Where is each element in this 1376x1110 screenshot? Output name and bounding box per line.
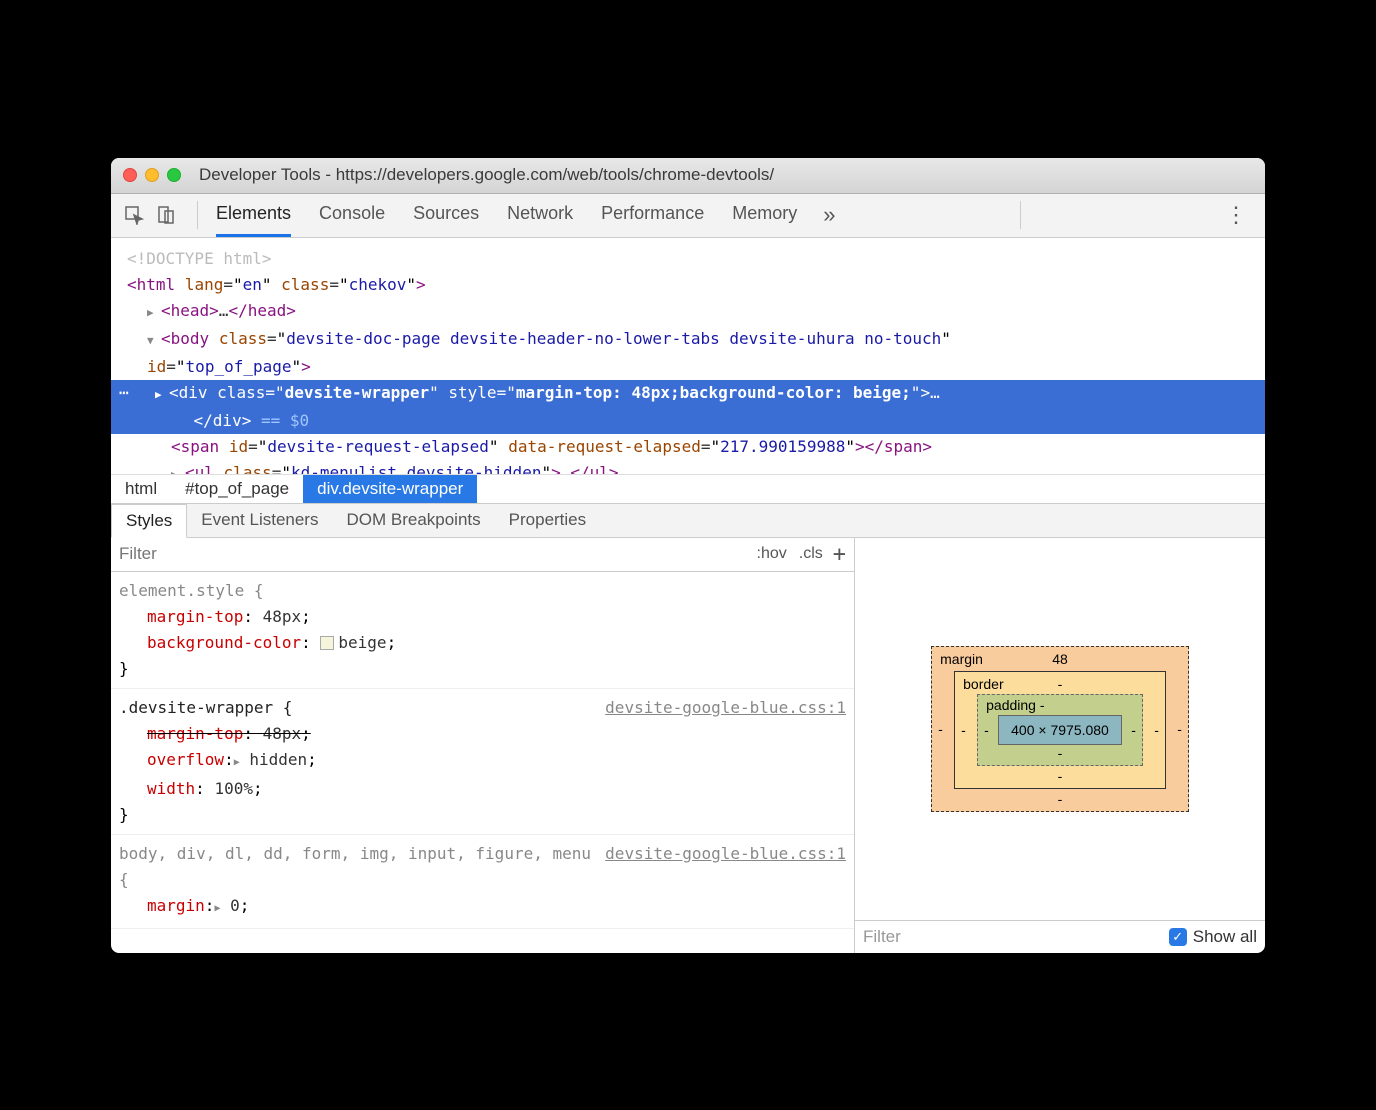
traffic-lights	[123, 168, 181, 182]
border-bottom-val[interactable]: -	[1058, 768, 1063, 784]
rule-devsite-wrapper[interactable]: devsite-google-blue.css:1 .devsite-wrapp…	[111, 689, 854, 835]
tab-network[interactable]: Network	[507, 193, 573, 237]
dom-selected-node[interactable]: ⋯ ▶<div class="devsite-wrapper" style="m…	[111, 380, 1265, 434]
cls-button[interactable]: .cls	[799, 545, 823, 563]
rule-global[interactable]: devsite-google-blue.css:1 body, div, dl,…	[111, 835, 854, 929]
add-rule-icon[interactable]: +	[833, 542, 846, 567]
padding-left-val[interactable]: -	[984, 722, 989, 738]
padding-right-val[interactable]: -	[1131, 722, 1136, 738]
dom-ul-node[interactable]: ▶<ul class="kd-menulist devsite-hidden">…	[127, 460, 1265, 474]
main-toolbar: Elements Console Sources Network Perform…	[111, 194, 1265, 238]
margin-bottom-val[interactable]: -	[1058, 791, 1063, 807]
dom-doctype[interactable]: <!DOCTYPE html>	[127, 249, 272, 268]
crumb-selected[interactable]: div.devsite-wrapper	[303, 475, 477, 503]
styles-pane: :hov .cls + element.style { margin-top: …	[111, 538, 855, 953]
border-top-val[interactable]: -	[1058, 676, 1063, 692]
show-all-toggle[interactable]: ✓ Show all	[1169, 927, 1257, 947]
tab-memory[interactable]: Memory	[732, 193, 797, 237]
source-link[interactable]: devsite-google-blue.css:1	[605, 841, 846, 867]
crumb-body[interactable]: #top_of_page	[171, 475, 303, 503]
lower-panels: :hov .cls + element.style { margin-top: …	[111, 538, 1265, 953]
subtab-styles[interactable]: Styles	[111, 504, 187, 538]
crumb-html[interactable]: html	[111, 475, 171, 503]
computed-filter-input[interactable]: Filter	[863, 927, 901, 947]
dom-span-node[interactable]: <span id="devsite-request-elapsed" data-…	[127, 434, 1265, 460]
rule-element-style[interactable]: element.style { margin-top: 48px; backgr…	[111, 572, 854, 689]
color-swatch-icon[interactable]	[320, 636, 334, 650]
checkbox-checked-icon[interactable]: ✓	[1169, 928, 1187, 946]
tab-performance[interactable]: Performance	[601, 193, 704, 237]
padding-label: padding -	[986, 697, 1044, 713]
zoom-icon[interactable]	[167, 168, 181, 182]
hov-button[interactable]: :hov	[757, 545, 787, 563]
styles-filter-row: :hov .cls +	[111, 538, 854, 572]
margin-left-val[interactable]: -	[938, 721, 943, 737]
minimize-icon[interactable]	[145, 168, 159, 182]
titlebar: Developer Tools - https://developers.goo…	[111, 158, 1265, 194]
device-icon[interactable]	[153, 202, 179, 228]
tab-elements[interactable]: Elements	[216, 193, 291, 237]
window-title: Developer Tools - https://developers.goo…	[199, 165, 774, 185]
styles-subtabs: Styles Event Listeners DOM Breakpoints P…	[111, 504, 1265, 538]
computed-filter-row: Filter ✓ Show all	[855, 920, 1265, 953]
close-icon[interactable]	[123, 168, 137, 182]
inspect-icon[interactable]	[121, 202, 147, 228]
kebab-menu-icon[interactable]: ⋮	[1217, 202, 1255, 228]
border-right-val[interactable]: -	[1154, 722, 1159, 738]
margin-label: margin	[940, 651, 983, 667]
breadcrumb: html #top_of_page div.devsite-wrapper	[111, 474, 1265, 504]
box-model[interactable]: margin 48 - - - border - - - - padding -…	[855, 538, 1265, 920]
dom-tree[interactable]: <!DOCTYPE html> <html lang="en" class="c…	[111, 238, 1265, 474]
source-link[interactable]: devsite-google-blue.css:1	[605, 695, 846, 721]
computed-pane: margin 48 - - - border - - - - padding -…	[855, 538, 1265, 953]
margin-right-val[interactable]: -	[1177, 721, 1182, 737]
dom-body-node[interactable]: ▼<body class="devsite-doc-page devsite-h…	[127, 326, 1265, 354]
devtools-window: Developer Tools - https://developers.goo…	[111, 158, 1265, 953]
content-size[interactable]: 400 × 7975.080	[998, 715, 1122, 745]
dom-body-node-cont[interactable]: id="top_of_page">	[127, 354, 1265, 380]
toolbar-separator	[1020, 201, 1021, 229]
dom-html-node[interactable]: <html lang="en" class="chekov">	[127, 272, 1265, 298]
dom-head-node[interactable]: ▶<head>…</head>	[127, 298, 1265, 326]
border-left-val[interactable]: -	[961, 722, 966, 738]
subtab-listeners[interactable]: Event Listeners	[187, 504, 332, 537]
tab-console[interactable]: Console	[319, 193, 385, 237]
more-tabs-icon[interactable]: »	[823, 202, 835, 228]
styles-filter-input[interactable]	[119, 544, 757, 564]
tab-sources[interactable]: Sources	[413, 193, 479, 237]
margin-top-val[interactable]: 48	[1052, 651, 1068, 667]
subtab-properties[interactable]: Properties	[495, 504, 600, 537]
subtab-dom-breakpoints[interactable]: DOM Breakpoints	[332, 504, 494, 537]
toolbar-separator	[197, 201, 198, 229]
border-label: border	[963, 676, 1003, 692]
panel-tabs: Elements Console Sources Network Perform…	[216, 193, 797, 237]
padding-bottom-val[interactable]: -	[1058, 745, 1063, 761]
